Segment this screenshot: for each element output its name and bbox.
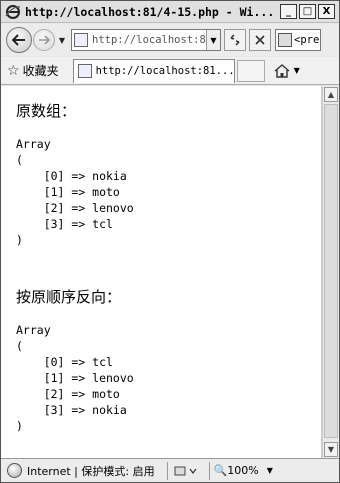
protected-mode-icon[interactable] — [166, 461, 205, 480]
status-bar: Internet | 保护模式: 启用 🔍 100% ▼ — [1, 458, 339, 482]
favorites-label[interactable]: 收藏夹 — [23, 62, 59, 79]
window-controls: _ □ X — [280, 4, 335, 19]
favorites-star-icon[interactable]: ☆ — [7, 63, 20, 79]
address-bar[interactable]: http://localhost:8 ▼ — [71, 29, 221, 51]
ie-logo-icon — [4, 3, 22, 21]
stop-icon — [255, 35, 265, 45]
page-icon — [74, 33, 88, 47]
minimize-button[interactable]: _ — [280, 4, 297, 19]
scroll-thumb[interactable] — [324, 104, 338, 438]
home-button[interactable] — [271, 60, 293, 82]
vertical-scrollbar[interactable]: ▲ ▼ — [322, 86, 339, 458]
search-box[interactable]: <pre — [275, 29, 321, 51]
favorites-bar: ☆ 收藏夹 http://localhost:81... ▼ — [1, 57, 339, 85]
refresh-icon — [230, 34, 240, 46]
new-tab-button[interactable] — [236, 59, 265, 82]
window-title: http://localhost:81/4-15.php - Wi... — [25, 4, 275, 19]
refresh-button[interactable] — [224, 29, 246, 51]
forward-button[interactable] — [33, 29, 55, 51]
maximize-button[interactable]: □ — [299, 4, 316, 19]
original-array-heading: 原数组： — [16, 102, 77, 120]
security-zone[interactable]: Internet | 保护模式: 启用 — [27, 463, 155, 479]
browser-window: http://localhost:81/4-15.php - Wi... _ □… — [0, 0, 340, 483]
home-dropdown-icon[interactable]: ▼ — [294, 66, 300, 75]
scroll-up-arrow-icon[interactable]: ▲ — [324, 87, 338, 102]
stop-button[interactable] — [249, 29, 271, 51]
address-dropdown-icon[interactable]: ▼ — [206, 30, 220, 50]
zoom-dropdown-icon[interactable]: ▼ — [267, 466, 273, 475]
navigation-bar: ▼ http://localhost:8 ▼ <pre — [1, 24, 339, 56]
address-input[interactable]: http://localhost:8 — [92, 34, 206, 46]
scroll-down-arrow-icon[interactable]: ▼ — [324, 442, 338, 457]
forward-arrow-icon — [39, 35, 50, 45]
home-icon — [274, 63, 290, 78]
page-content: 原数组： Array ( [0] => nokia [1] => moto [2… — [1, 86, 322, 458]
back-button[interactable] — [6, 27, 32, 53]
search-input[interactable]: <pre — [294, 34, 319, 46]
history-dropdown-icon[interactable]: ▼ — [56, 36, 68, 45]
back-arrow-icon — [12, 34, 25, 46]
tab-current[interactable]: http://localhost:81... — [72, 58, 235, 83]
tab-page-icon — [77, 64, 92, 78]
tab-title: http://localhost:81... — [95, 65, 234, 77]
zoom-icon: 🔍 — [213, 464, 228, 477]
globe-icon — [7, 463, 22, 478]
reversed-array-heading: 按原顺序反向： — [16, 288, 122, 306]
reversed-array-output: Array ( [0] => tcl [1] => lenovo [2] => … — [16, 323, 134, 433]
original-array-output: Array ( [0] => nokia [1] => moto [2] => … — [16, 137, 134, 247]
title-bar: http://localhost:81/4-15.php - Wi... _ □… — [1, 1, 339, 23]
close-button[interactable]: X — [318, 4, 335, 19]
zoom-control[interactable]: 🔍 100% ▼ — [208, 461, 273, 480]
zoom-level: 100% — [227, 464, 259, 477]
search-provider-icon — [278, 33, 292, 47]
